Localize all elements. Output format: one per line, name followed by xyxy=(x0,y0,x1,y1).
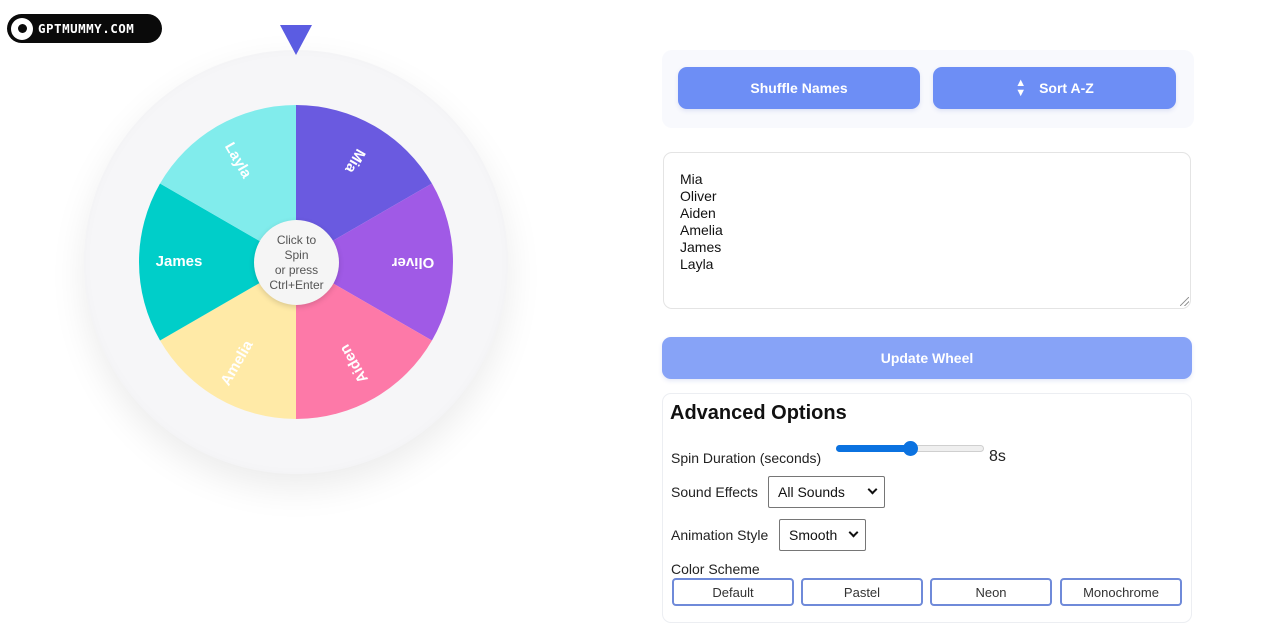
sound-effects-select[interactable]: All Sounds xyxy=(768,476,885,508)
name-line: Layla xyxy=(680,256,714,272)
advanced-options-title: Advanced Options xyxy=(670,402,847,424)
color-scheme-label: Color Scheme xyxy=(671,561,760,577)
sound-effects-label: Sound Effects xyxy=(671,484,758,500)
scheme-neon-button[interactable]: Neon xyxy=(930,578,1052,606)
sort-az-button[interactable]: ▲ ▼ Sort A-Z xyxy=(933,67,1176,109)
logo-icon xyxy=(11,17,33,40)
name-line: Aiden xyxy=(680,205,716,221)
shuffle-names-button[interactable]: Shuffle Names xyxy=(678,67,920,109)
update-wheel-button[interactable]: Update Wheel xyxy=(662,337,1192,379)
slider-thumb[interactable] xyxy=(903,441,918,456)
sort-updown-icon: ▲ ▼ xyxy=(1015,77,1027,99)
animation-style-select[interactable]: Smooth xyxy=(779,519,866,551)
name-line: James xyxy=(680,239,722,255)
sort-label: Sort A-Z xyxy=(1039,80,1094,96)
spin-prompt-line: Ctrl+Enter xyxy=(269,277,324,292)
spin-duration-label: Spin Duration (seconds) xyxy=(671,450,822,466)
name-line: Oliver xyxy=(680,188,717,204)
update-label: Update Wheel xyxy=(880,350,974,366)
animation-style-label: Animation Style xyxy=(671,527,769,543)
sound-effects-value: All Sounds xyxy=(778,484,845,500)
wheel-pointer-icon xyxy=(280,25,312,55)
spin-prompt-line: Click to xyxy=(276,232,317,247)
spin-prompt-line: Spin xyxy=(284,247,309,262)
slider-fill xyxy=(836,445,910,452)
spin-duration-slider[interactable] xyxy=(836,441,984,456)
name-line: Amelia xyxy=(680,222,723,238)
textarea-resize-handle[interactable] xyxy=(1180,297,1189,306)
scheme-default-button[interactable]: Default xyxy=(672,578,794,606)
name-line: Mia xyxy=(680,171,703,187)
spin-button[interactable]: Click to Spin or press Ctrl+Enter xyxy=(254,220,339,305)
logo-text: GPTMUMMY.COM xyxy=(38,21,135,36)
animation-style-value: Smooth xyxy=(789,527,838,543)
chevron-down-icon xyxy=(867,484,878,495)
wheel-segment-label: James xyxy=(156,253,203,270)
names-textarea[interactable]: Mia Oliver Aiden Amelia James Layla xyxy=(663,152,1191,309)
wheel-segment-label: Oliver xyxy=(392,254,435,271)
chevron-down-icon xyxy=(848,527,859,538)
shuffle-label: Shuffle Names xyxy=(750,80,848,96)
spin-duration-value: 8s xyxy=(989,448,1006,465)
spin-prompt-line: or press xyxy=(274,262,319,277)
scheme-pastel-button[interactable]: Pastel xyxy=(801,578,923,606)
brand-logo: GPTMUMMY.COM xyxy=(7,14,162,43)
scheme-monochrome-button[interactable]: Monochrome xyxy=(1060,578,1182,606)
